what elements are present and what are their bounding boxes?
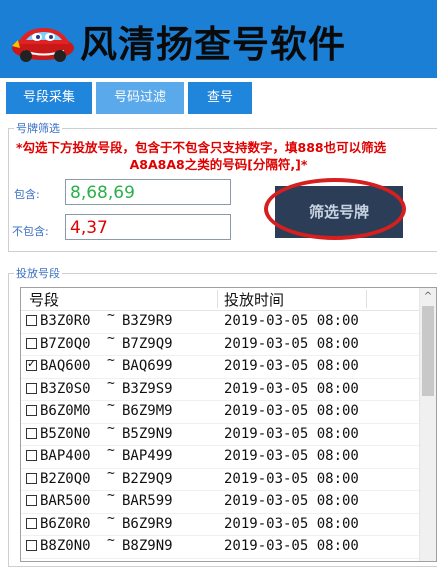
row-checkbox[interactable]: [26, 357, 37, 371]
segment-rows: B3Z0R0 ~ B3Z9R9 2019-03-05 08:00 B7Z0Q0 ~ B7Z9…: [21, 308, 421, 562]
segment-end: B2Z9Q9: [122, 470, 173, 487]
include-label: 包含:: [14, 188, 40, 201]
table-row[interactable]: B3Z0R0 ~ B3Z9R9 2019-03-05 08:00: [21, 308, 421, 334]
table-row[interactable]: BAP400 ~ BAP499 2019-03-05 08:00: [21, 443, 421, 469]
range-separator: ~: [107, 465, 115, 481]
row-checkbox[interactable]: [26, 472, 37, 484]
range-separator: ~: [107, 488, 115, 503]
segment-end: B5Z9N9: [122, 425, 173, 442]
table-row[interactable]: B2Z0Q0 ~ B2Z9Q9 2019-03-05 08:00: [21, 465, 421, 491]
row-checkbox[interactable]: [26, 427, 37, 439]
segment-end: B3Z9S9: [122, 380, 173, 397]
cartoon-car-logo-icon: [12, 28, 74, 62]
release-time: 2019-03-05 08:00: [224, 448, 359, 464]
segment-end: BAQ699: [122, 358, 173, 374]
scroll-thumb[interactable]: [422, 306, 434, 396]
segment-end: B6Z9M9: [122, 403, 173, 419]
segments-legend: 投放号段: [14, 265, 62, 281]
range-separator: ~: [107, 556, 115, 562]
segment-end: B6Z9R9: [122, 515, 173, 532]
segment-end: BAP499: [122, 448, 173, 464]
exclude-input[interactable]: 4,37: [65, 214, 231, 240]
table-row[interactable]: BAQ600 ~ BAQ699 2019-03-05 08:00: [21, 353, 421, 379]
list-header: 号段 投放时间: [21, 288, 421, 311]
app-title: 风清扬查号软件: [80, 23, 346, 66]
column-header-segment[interactable]: 号段: [29, 289, 59, 310]
tab-bar: 号段采集 号码过滤 查号: [0, 78, 437, 116]
table-row[interactable]: B6Z0M0 ~ B6Z9M9 2019-03-05 08:00: [21, 398, 421, 424]
column-divider[interactable]: [217, 290, 218, 308]
scroll-up-icon[interactable]: ^: [420, 288, 436, 306]
range-separator: ~: [107, 443, 115, 458]
row-checkbox[interactable]: [26, 315, 37, 326]
table-row[interactable]: B3Z0S0 ~ B3Z9S9 2019-03-05 08:00: [21, 375, 421, 401]
range-separator: ~: [107, 353, 115, 368]
table-row[interactable]: B8Z0N0 ~ B8Z9N9 2019-03-05 08:00: [21, 533, 421, 559]
release-time: 2019-03-05 08:00: [224, 313, 359, 329]
row-checkbox[interactable]: [26, 540, 37, 551]
range-separator: ~: [107, 510, 115, 526]
release-time: 2019-03-05 08:00: [224, 470, 359, 487]
include-input[interactable]: 8,68,69: [65, 179, 231, 205]
column-header-time[interactable]: 投放时间: [224, 289, 284, 310]
row-checkbox[interactable]: [26, 337, 37, 349]
range-separator: ~: [107, 375, 115, 391]
release-time: 2019-03-05 08:00: [224, 335, 359, 352]
release-time: 2019-03-05 08:00: [224, 493, 359, 509]
range-separator: ~: [107, 533, 115, 548]
segment-start: B8Z0N0: [40, 538, 91, 554]
release-time: 2019-03-05 08:00: [224, 515, 359, 532]
range-separator: ~: [107, 398, 115, 413]
plate-filter-legend: 号牌筛选: [14, 120, 62, 136]
segment-start: B2Z0Q0: [40, 470, 91, 487]
segment-end: B7Z9Q9: [122, 335, 173, 352]
segment-start: B3Z0R0: [40, 313, 91, 329]
table-row[interactable]: B7Z0N0~B7Z9N92019-03-05 08:00: [21, 556, 421, 562]
column-divider[interactable]: [366, 290, 367, 308]
range-separator: ~: [107, 420, 115, 436]
table-row[interactable]: B5Z0N0 ~ B5Z9N9 2019-03-05 08:00: [21, 420, 421, 446]
tab-number-filter[interactable]: 号码过滤: [96, 82, 184, 114]
tab-lookup[interactable]: 查号: [188, 82, 252, 114]
row-checkbox[interactable]: [26, 405, 37, 416]
table-row[interactable]: BAR500 ~ BAR599 2019-03-05 08:00: [21, 488, 421, 514]
row-checkbox[interactable]: [26, 517, 37, 529]
filter-notice-line2: A8A8A8之类的号码[分隔符,]*: [129, 157, 308, 172]
segment-start: B7Z0Q0: [40, 335, 91, 352]
release-time: 2019-03-05 08:00: [224, 403, 359, 419]
range-separator: ~: [107, 330, 115, 346]
row-checkbox[interactable]: [26, 382, 37, 394]
release-time: 2019-03-05 08:00: [224, 425, 359, 442]
tab-segment-collect[interactable]: 号段采集: [6, 82, 92, 114]
segment-start: BAR500: [40, 493, 91, 509]
segment-start: BAQ600: [40, 358, 91, 374]
title-banner: 风清扬查号软件: [0, 0, 437, 78]
table-row[interactable]: B6Z0R0 ~ B6Z9R9 2019-03-05 08:00: [21, 510, 421, 536]
release-time: 2019-03-05 08:00: [224, 358, 359, 374]
filter-plates-button[interactable]: 筛选号牌: [275, 186, 403, 238]
table-row[interactable]: B7Z0Q0 ~ B7Z9Q9 2019-03-05 08:00: [21, 330, 421, 356]
segment-end: BAR599: [122, 493, 173, 509]
segment-start: B3Z0S0: [40, 380, 91, 397]
row-checkbox[interactable]: [26, 450, 37, 461]
range-separator: ~: [107, 308, 115, 323]
exclude-label: 不包含:: [12, 225, 49, 238]
segment-start: B5Z0N0: [40, 425, 91, 442]
row-checkbox[interactable]: [26, 495, 37, 506]
release-time: 2019-03-05 08:00: [224, 538, 359, 554]
segment-start: B6Z0R0: [40, 515, 91, 532]
vertical-scrollbar[interactable]: ^: [419, 288, 436, 561]
release-time: 2019-03-05 08:00: [224, 380, 359, 397]
segment-end: B8Z9N9: [122, 538, 173, 554]
segment-end: B3Z9R9: [122, 313, 173, 329]
segment-start: B6Z0M0: [40, 403, 91, 419]
segment-start: BAP400: [40, 448, 91, 464]
segments-list: 号段 投放时间 B3Z0R0 ~ B3Z9R9 2019-03-05 08:00 B7Z…: [20, 287, 437, 562]
